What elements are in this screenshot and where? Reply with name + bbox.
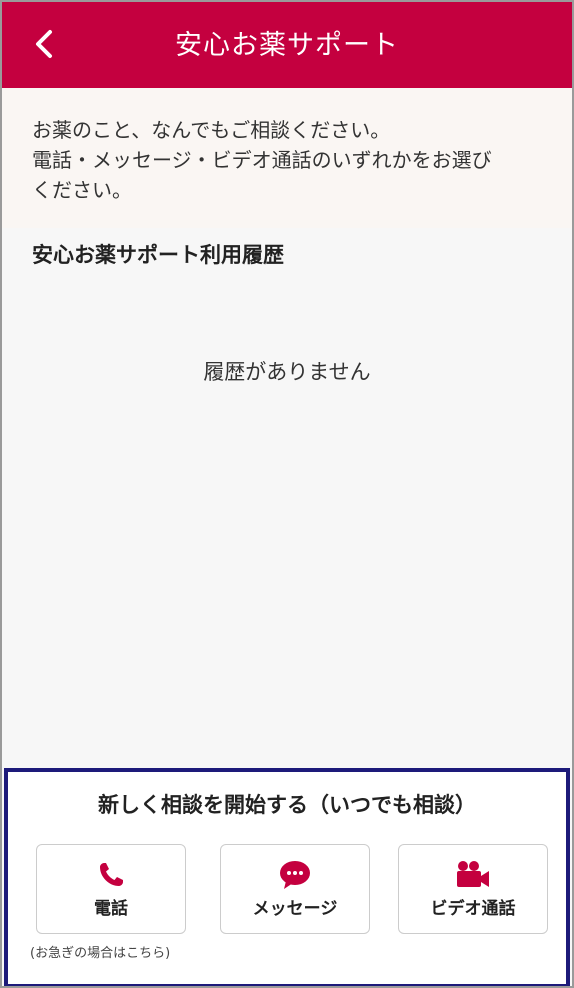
phone-button-label: 電話 (94, 899, 128, 919)
app-header: 安心お薬サポート (2, 2, 572, 88)
video-camera-icon (457, 861, 489, 887)
intro-section: お薬のこと、なんでもご相談ください。 電話・メッセージ・ビデオ通話のいずれかをお… (2, 88, 572, 228)
intro-text-line-1: お薬のこと、なんでもご相談ください。 (32, 118, 391, 142)
new-consultation-title: 新しく相談を開始する（いつでも相談） (98, 793, 476, 817)
new-consultation-panel: 新しく相談を開始する（いつでも相談） 電話 メッセージ ビデオ通話 (お急ぎの場… (4, 768, 570, 986)
phone-button[interactable]: 電話 (36, 844, 186, 934)
message-button[interactable]: メッセージ (220, 844, 370, 934)
app-screen: 安心お薬サポート お薬のこと、なんでもご相談ください。 電話・メッセージ・ビデオ… (0, 0, 574, 988)
message-icon (280, 861, 310, 889)
message-button-label: メッセージ (252, 899, 338, 919)
history-section-title: 安心お薬サポート利用履歴 (32, 243, 284, 267)
intro-text-line-2: 電話・メッセージ・ビデオ通話のいずれかをお選び (32, 148, 492, 172)
history-empty-message: 履歴がありません (203, 360, 371, 384)
phone-icon (100, 863, 123, 886)
video-call-button[interactable]: ビデオ通話 (398, 844, 548, 934)
intro-text-line-3: ください。 (32, 178, 132, 202)
urgent-note: (お急ぎの場合はこちら) (30, 946, 171, 961)
video-call-button-label: ビデオ通話 (430, 899, 516, 919)
page-title: 安心お薬サポート (175, 30, 399, 61)
